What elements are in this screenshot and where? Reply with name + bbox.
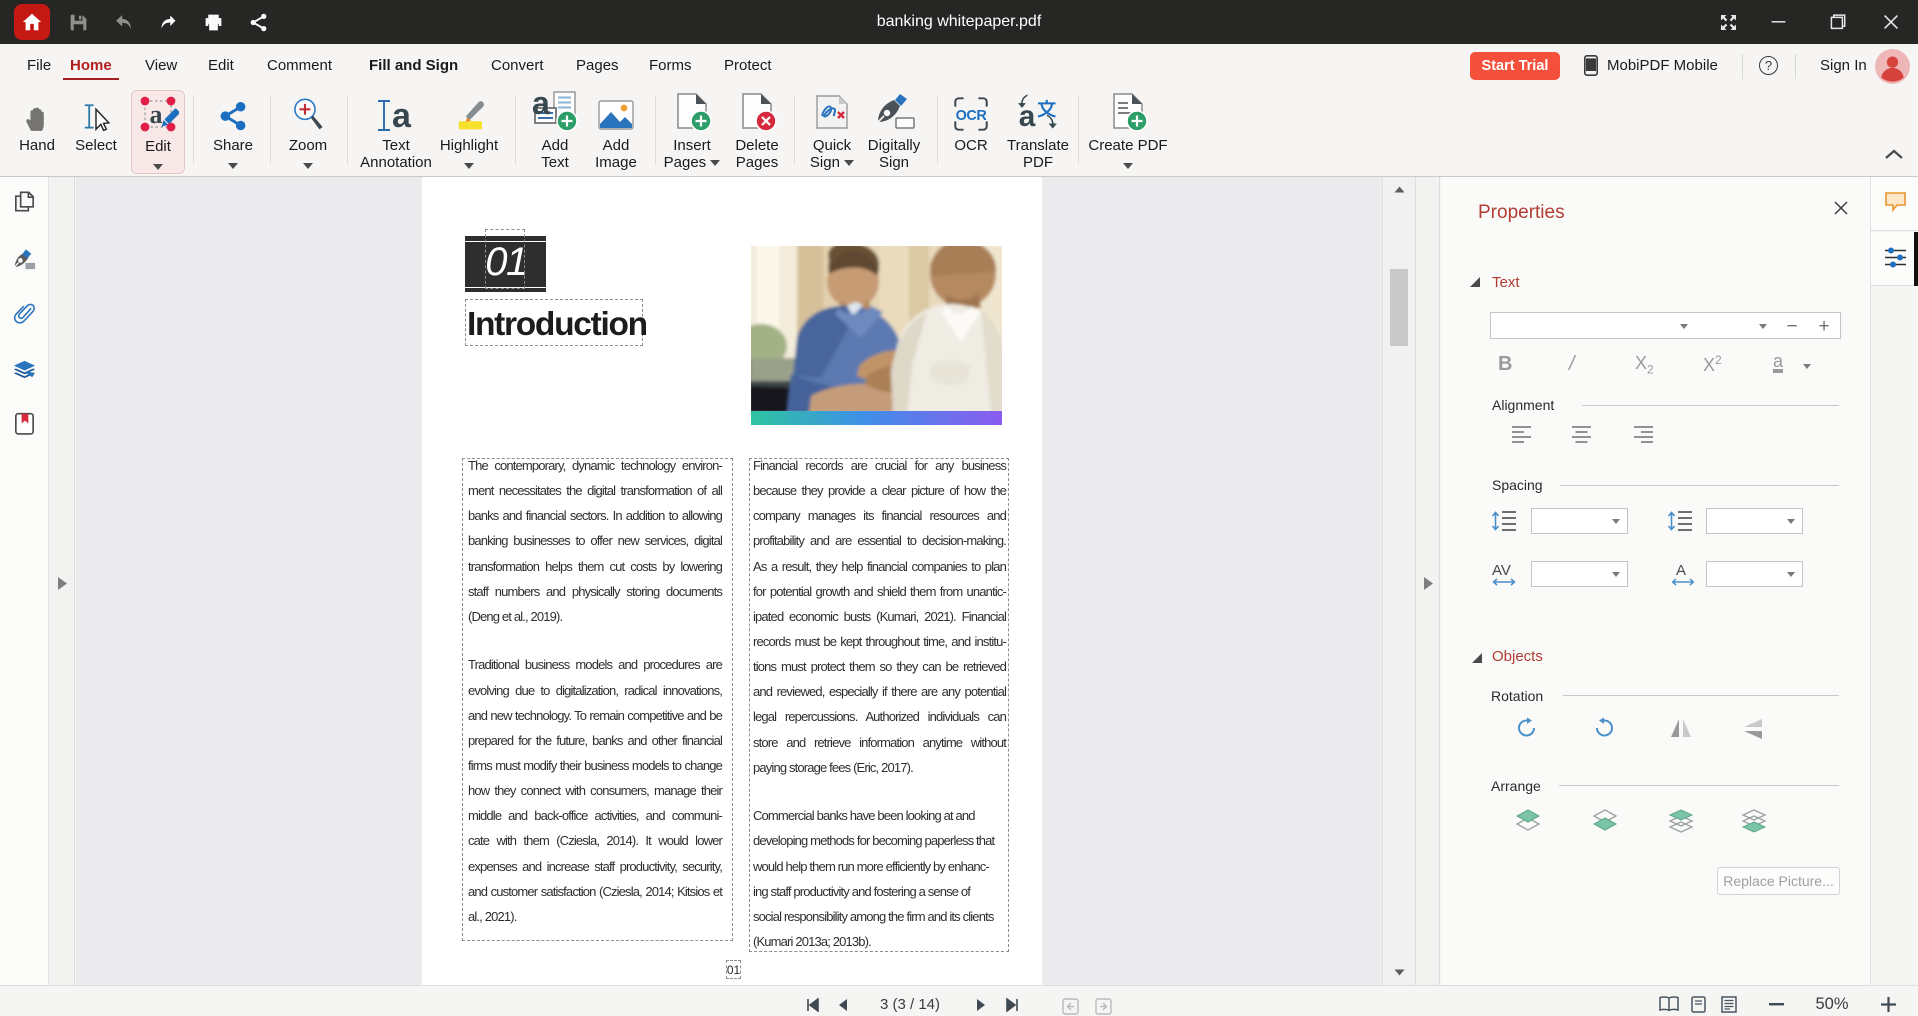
svg-text:a: a [150,100,163,129]
svg-text:OCR: OCR [956,108,988,124]
svg-text:AV: AV [1492,562,1511,579]
svg-text:a: a [392,97,412,134]
svg-text:a: a [532,88,550,121]
svg-text:A: A [1676,562,1686,579]
